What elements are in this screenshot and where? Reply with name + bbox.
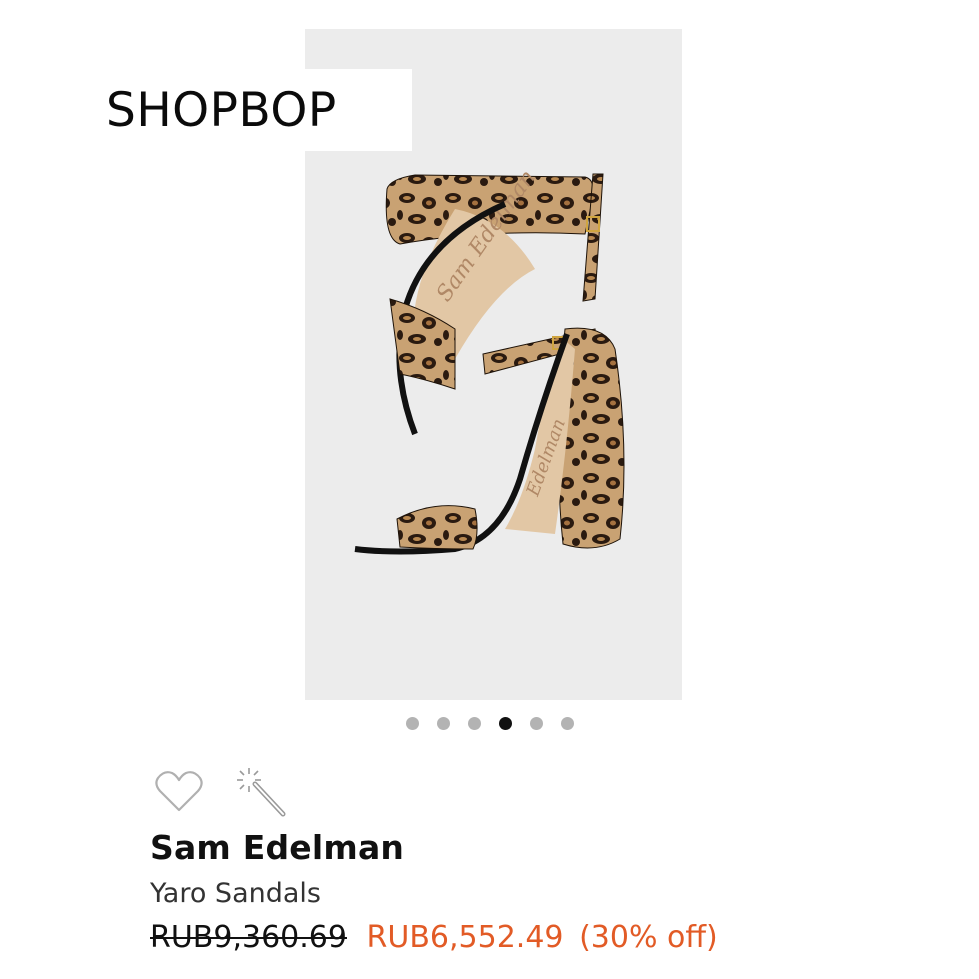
carousel-dot[interactable]: [529, 717, 543, 730]
discount-label: (30% off): [579, 920, 718, 955]
logo-box: SHOPBOP: [96, 69, 412, 151]
carousel-dot[interactable]: [467, 717, 481, 730]
product-page: Sam Edelman Edelman SHOPBOP Sam Edelman …: [0, 0, 979, 979]
magic-wand-icon: [237, 768, 286, 817]
product-actions: [153, 766, 287, 818]
carousel-dots: [0, 717, 979, 730]
carousel-dot[interactable]: [405, 717, 419, 730]
brand-name[interactable]: Sam Edelman: [150, 828, 404, 867]
shopbop-logo: SHOPBOP: [106, 82, 337, 138]
favorite-button[interactable]: [153, 766, 205, 818]
original-price: RUB9,360.69: [150, 920, 347, 955]
carousel-dot[interactable]: [560, 717, 574, 730]
magic-wand-button[interactable]: [235, 766, 287, 818]
carousel-dot-active[interactable]: [498, 717, 512, 730]
heart-outline-icon: [155, 771, 203, 812]
carousel-dot[interactable]: [436, 717, 450, 730]
product-name: Yaro Sandals: [150, 878, 321, 909]
price-row: RUB9,360.69 RUB6,552.49 (30% off): [150, 920, 718, 955]
sale-price: RUB6,552.49: [366, 920, 564, 955]
